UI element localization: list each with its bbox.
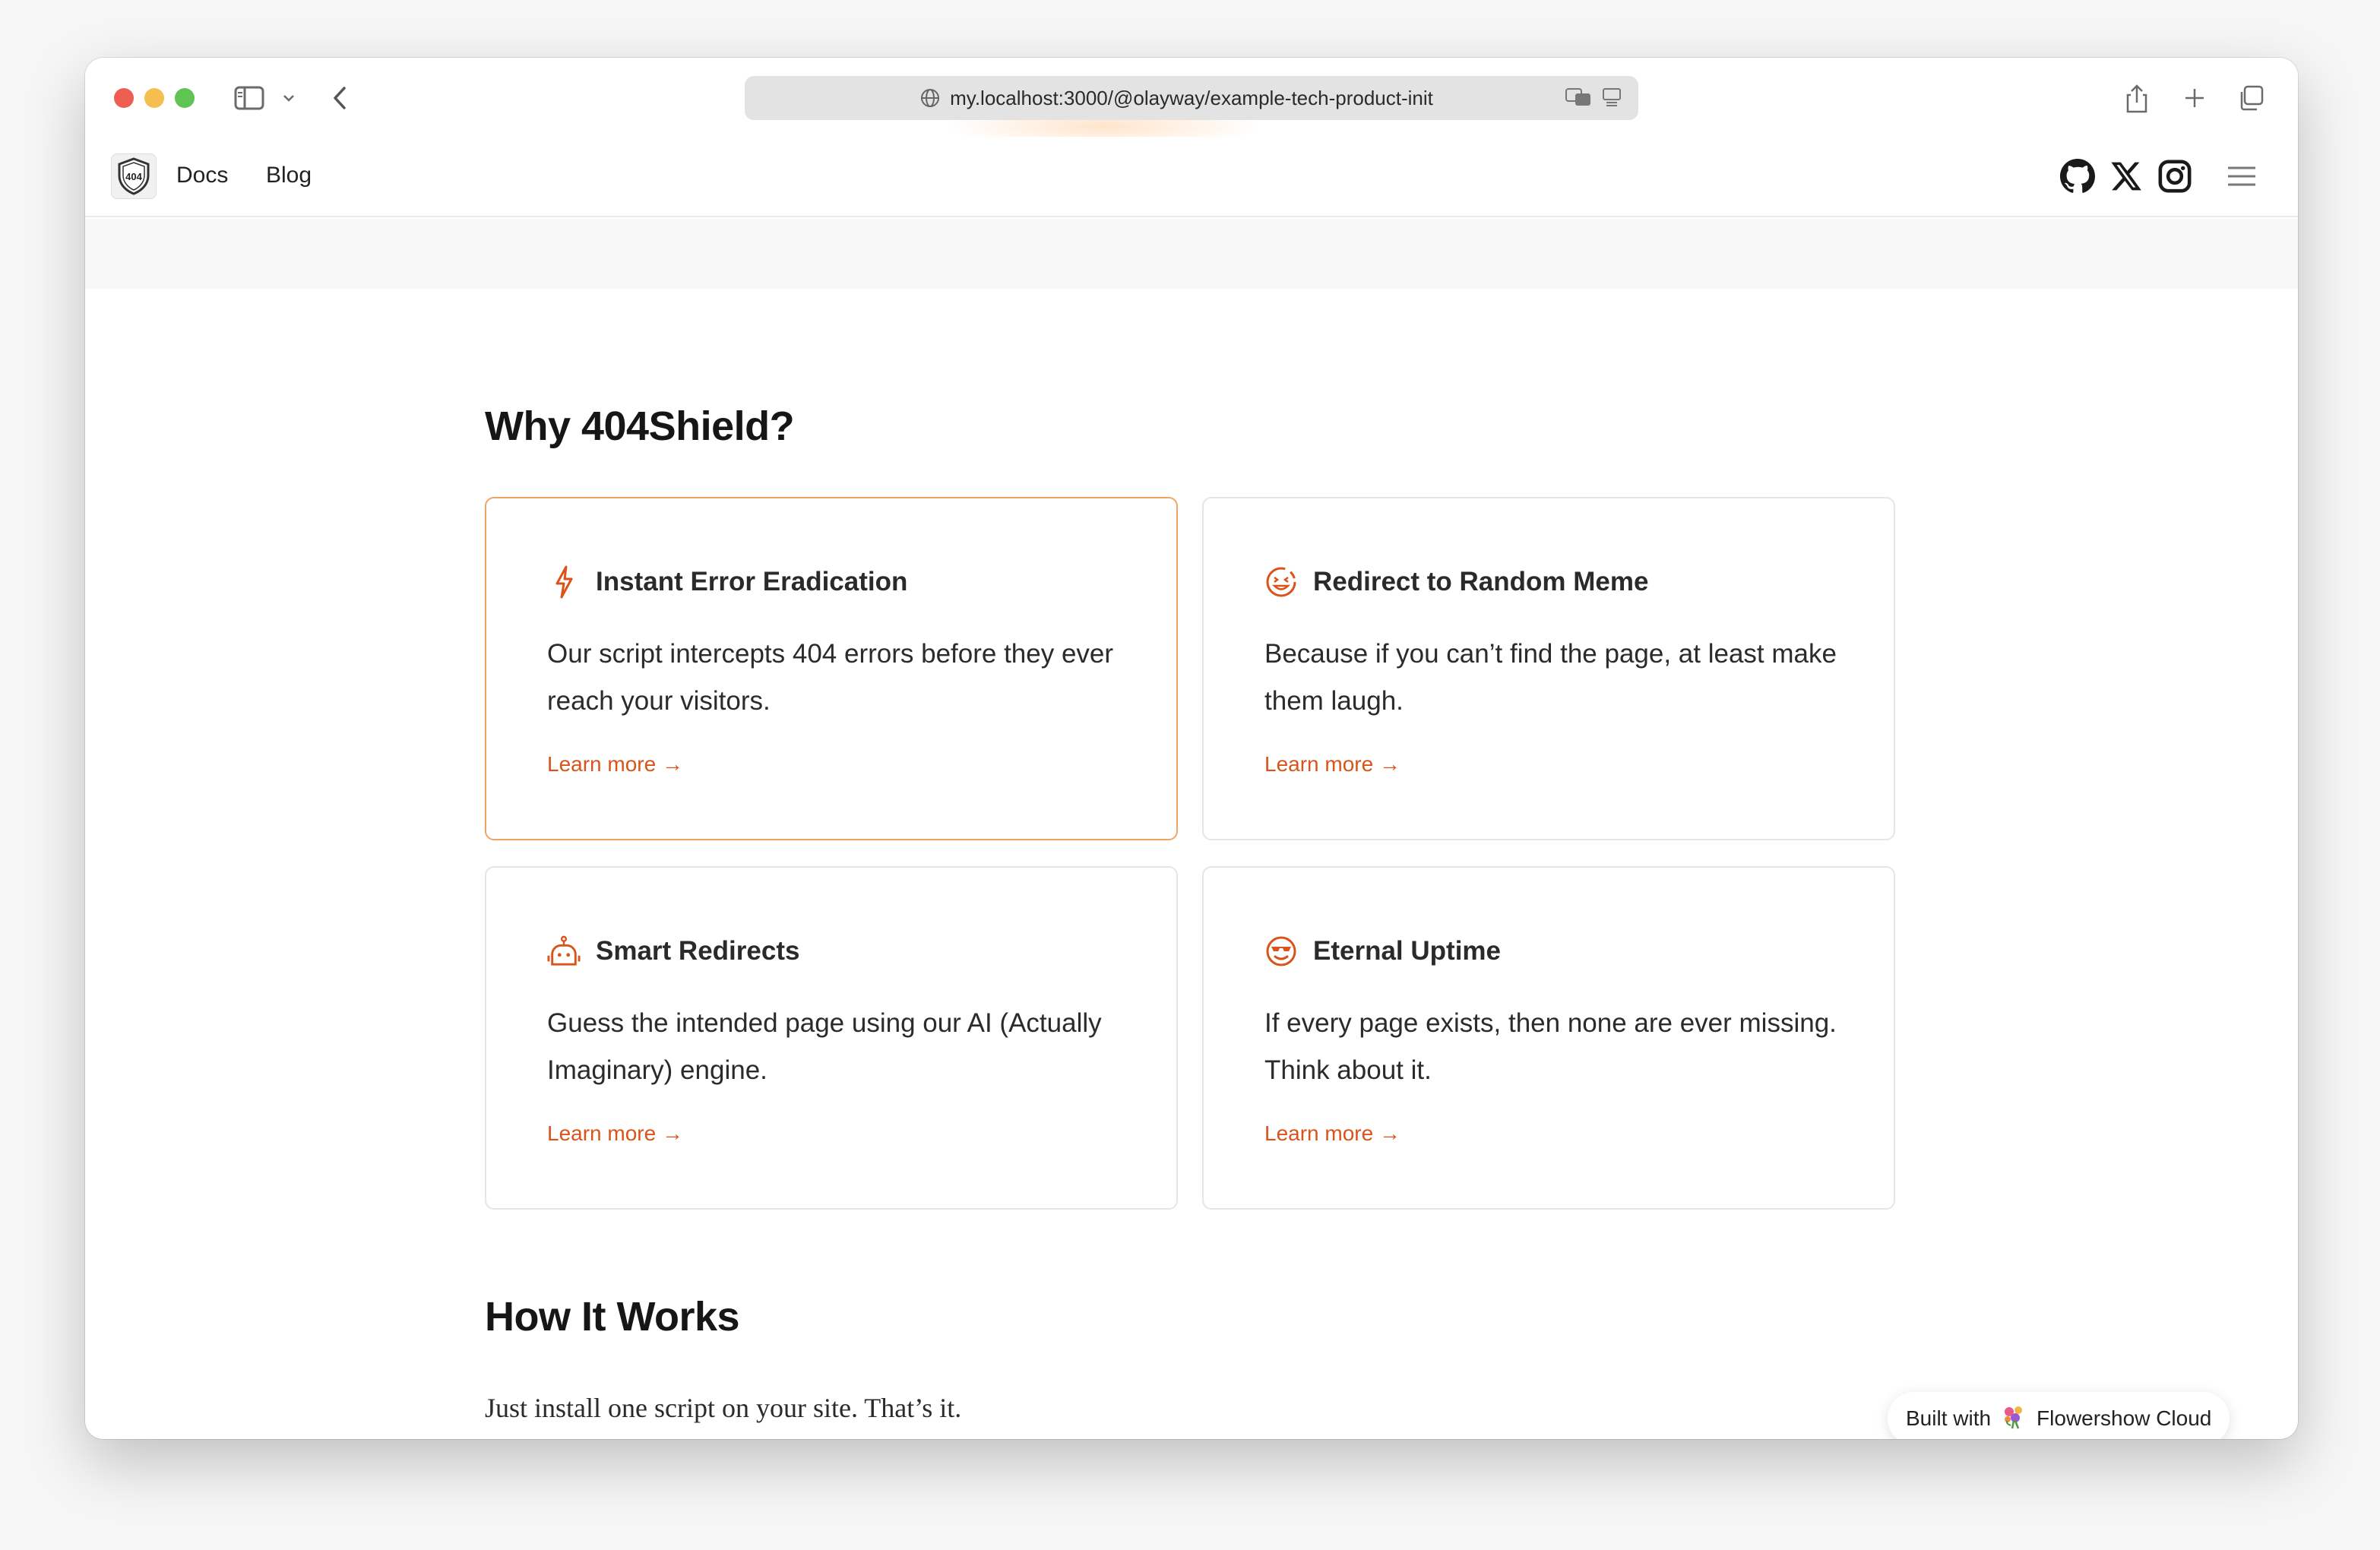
learn-more-link[interactable]: Learn more → — [547, 1121, 683, 1146]
cool-face-icon — [1264, 935, 1298, 968]
back-icon[interactable] — [328, 81, 351, 115]
new-tab-icon[interactable] — [2179, 81, 2210, 115]
browser-toolbar: my.localhost:3000/@olayway/example-tech-… — [85, 58, 2298, 149]
lightning-icon — [547, 565, 581, 599]
chevron-down-icon[interactable] — [280, 81, 298, 115]
feature-card-instant-error-eradication[interactable]: Instant Error Eradication Our script int… — [485, 497, 1178, 840]
address-bar[interactable]: my.localhost:3000/@olayway/example-tech-… — [745, 76, 1638, 120]
how-it-works-heading: How It Works — [485, 1294, 740, 1340]
instagram-icon[interactable] — [2155, 157, 2195, 196]
card-description: If every page exists, then none are ever… — [1264, 1008, 1837, 1085]
card-title: Instant Error Eradication — [596, 567, 908, 596]
browser-window: my.localhost:3000/@olayway/example-tech-… — [85, 58, 2298, 1439]
feature-card-redirect-to-random-meme[interactable]: Redirect to Random Meme Because if you c… — [1202, 497, 1895, 840]
card-description: Because if you can’t find the page, at l… — [1264, 639, 1837, 716]
nav-blog[interactable]: Blog — [266, 163, 312, 188]
url-text: my.localhost:3000/@olayway/example-tech-… — [950, 86, 1433, 109]
robot-icon — [547, 935, 581, 968]
sidebar-toggle-icon[interactable] — [233, 81, 266, 115]
site-header: 404 Docs Blog — [85, 137, 2298, 293]
site-logo[interactable]: 404 — [111, 153, 157, 199]
share-icon[interactable] — [2122, 81, 2152, 115]
built-with-badge[interactable]: Built with Flowershow Cloud — [1888, 1392, 2230, 1439]
how-it-works-text: Just install one script on your site. Th… — [485, 1393, 962, 1423]
learn-more-link[interactable]: Learn more → — [1264, 1121, 1400, 1146]
hamburger-menu-icon[interactable] — [2222, 157, 2261, 196]
tab-overview-icon[interactable] — [2234, 81, 2268, 115]
flowershow-cloud-label: Flowershow Cloud — [2037, 1406, 2212, 1430]
card-description: Guess the intended page using our AI (Ac… — [547, 1008, 1102, 1085]
laugh-face-icon — [1264, 565, 1298, 599]
features-heading: Why 404Shield? — [485, 403, 795, 449]
site-navbar: 404 Docs Blog — [85, 137, 2298, 217]
translate-icon[interactable] — [1565, 87, 1591, 113]
close-window-button[interactable] — [114, 88, 134, 108]
x-icon[interactable] — [2106, 157, 2146, 196]
feature-card-eternal-uptime[interactable]: Eternal Uptime If every page exists, the… — [1202, 866, 1895, 1210]
zoom-window-button[interactable] — [175, 88, 195, 108]
minimize-window-button[interactable] — [144, 88, 164, 108]
reader-icon[interactable] — [1602, 87, 1622, 113]
card-title: Eternal Uptime — [1313, 936, 1501, 966]
card-title: Smart Redirects — [596, 936, 800, 966]
globe-icon — [919, 87, 941, 114]
github-icon[interactable] — [2058, 157, 2097, 196]
logo-text: 404 — [125, 171, 142, 182]
learn-more-link[interactable]: Learn more → — [1264, 752, 1400, 777]
flower-icon — [2000, 1403, 2027, 1435]
learn-more-link[interactable]: Learn more → — [547, 752, 683, 777]
card-title: Redirect to Random Meme — [1313, 567, 1649, 596]
nav-docs[interactable]: Docs — [176, 163, 228, 188]
banner-strip — [85, 219, 2298, 289]
feature-card-smart-redirects[interactable]: Smart Redirects Guess the intended page … — [485, 866, 1178, 1210]
built-with-label: Built with — [1906, 1406, 1992, 1430]
card-description: Our script intercepts 404 errors before … — [547, 639, 1114, 716]
